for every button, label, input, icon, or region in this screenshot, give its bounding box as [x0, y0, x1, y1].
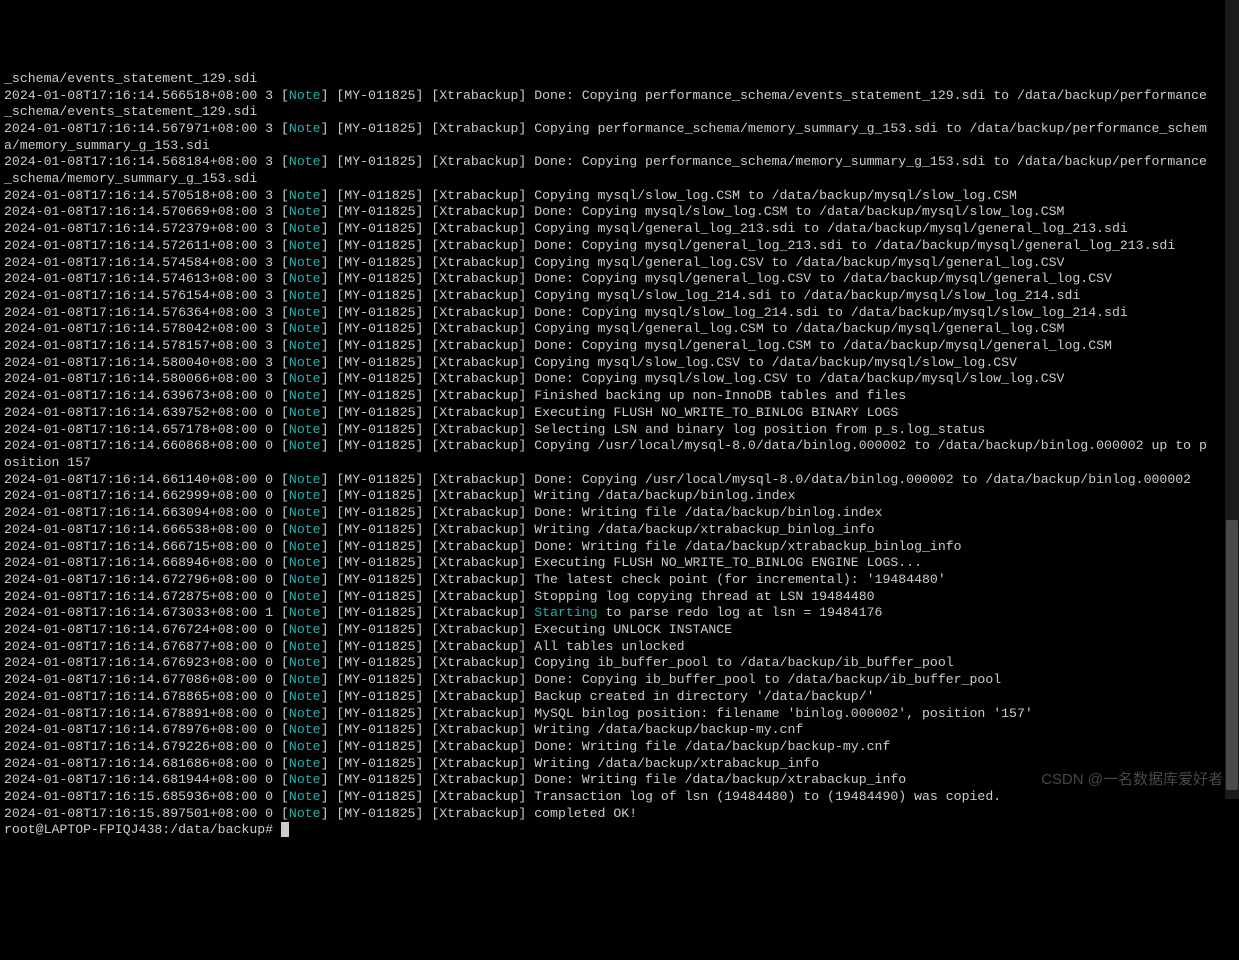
note-label: Note: [289, 321, 321, 336]
note-label: Note: [289, 589, 321, 604]
cursor: [281, 822, 289, 837]
note-label: Note: [289, 405, 321, 420]
note-label: Note: [289, 488, 321, 503]
note-label: Note: [289, 204, 321, 219]
note-label: Note: [289, 388, 321, 403]
note-label: Note: [289, 288, 321, 303]
note-label: Note: [289, 305, 321, 320]
note-label: Note: [289, 255, 321, 270]
note-label: Note: [289, 639, 321, 654]
note-label: Note: [289, 539, 321, 554]
note-label: Note: [289, 188, 321, 203]
note-label: Note: [289, 555, 321, 570]
scrollbar[interactable]: [1225, 0, 1239, 799]
starting-label: Starting: [534, 605, 597, 620]
note-label: Note: [289, 472, 321, 487]
note-label: Note: [289, 221, 321, 236]
note-label: Note: [289, 789, 321, 804]
note-label: Note: [289, 88, 321, 103]
note-label: Note: [289, 806, 321, 821]
note-label: Note: [289, 722, 321, 737]
scrollbar-thumb[interactable]: [1226, 520, 1238, 790]
note-label: Note: [289, 238, 321, 253]
note-label: Note: [289, 772, 321, 787]
note-label: Note: [289, 739, 321, 754]
note-label: Note: [289, 572, 321, 587]
note-label: Note: [289, 121, 321, 136]
note-label: Note: [289, 371, 321, 386]
terminal-output[interactable]: _schema/events_statement_129.sdi 2024-01…: [4, 71, 1214, 839]
note-label: Note: [289, 655, 321, 670]
shell-prompt[interactable]: root@LAPTOP-FPIQJ438:/data/backup#: [4, 822, 281, 837]
note-label: Note: [289, 438, 321, 453]
note-label: Note: [289, 756, 321, 771]
note-label: Note: [289, 706, 321, 721]
note-label: Note: [289, 605, 321, 620]
note-label: Note: [289, 355, 321, 370]
note-label: Note: [289, 422, 321, 437]
note-label: Note: [289, 271, 321, 286]
note-label: Note: [289, 672, 321, 687]
note-label: Note: [289, 689, 321, 704]
note-label: Note: [289, 338, 321, 353]
note-label: Note: [289, 154, 321, 169]
note-label: Note: [289, 522, 321, 537]
note-label: Note: [289, 622, 321, 637]
note-label: Note: [289, 505, 321, 520]
